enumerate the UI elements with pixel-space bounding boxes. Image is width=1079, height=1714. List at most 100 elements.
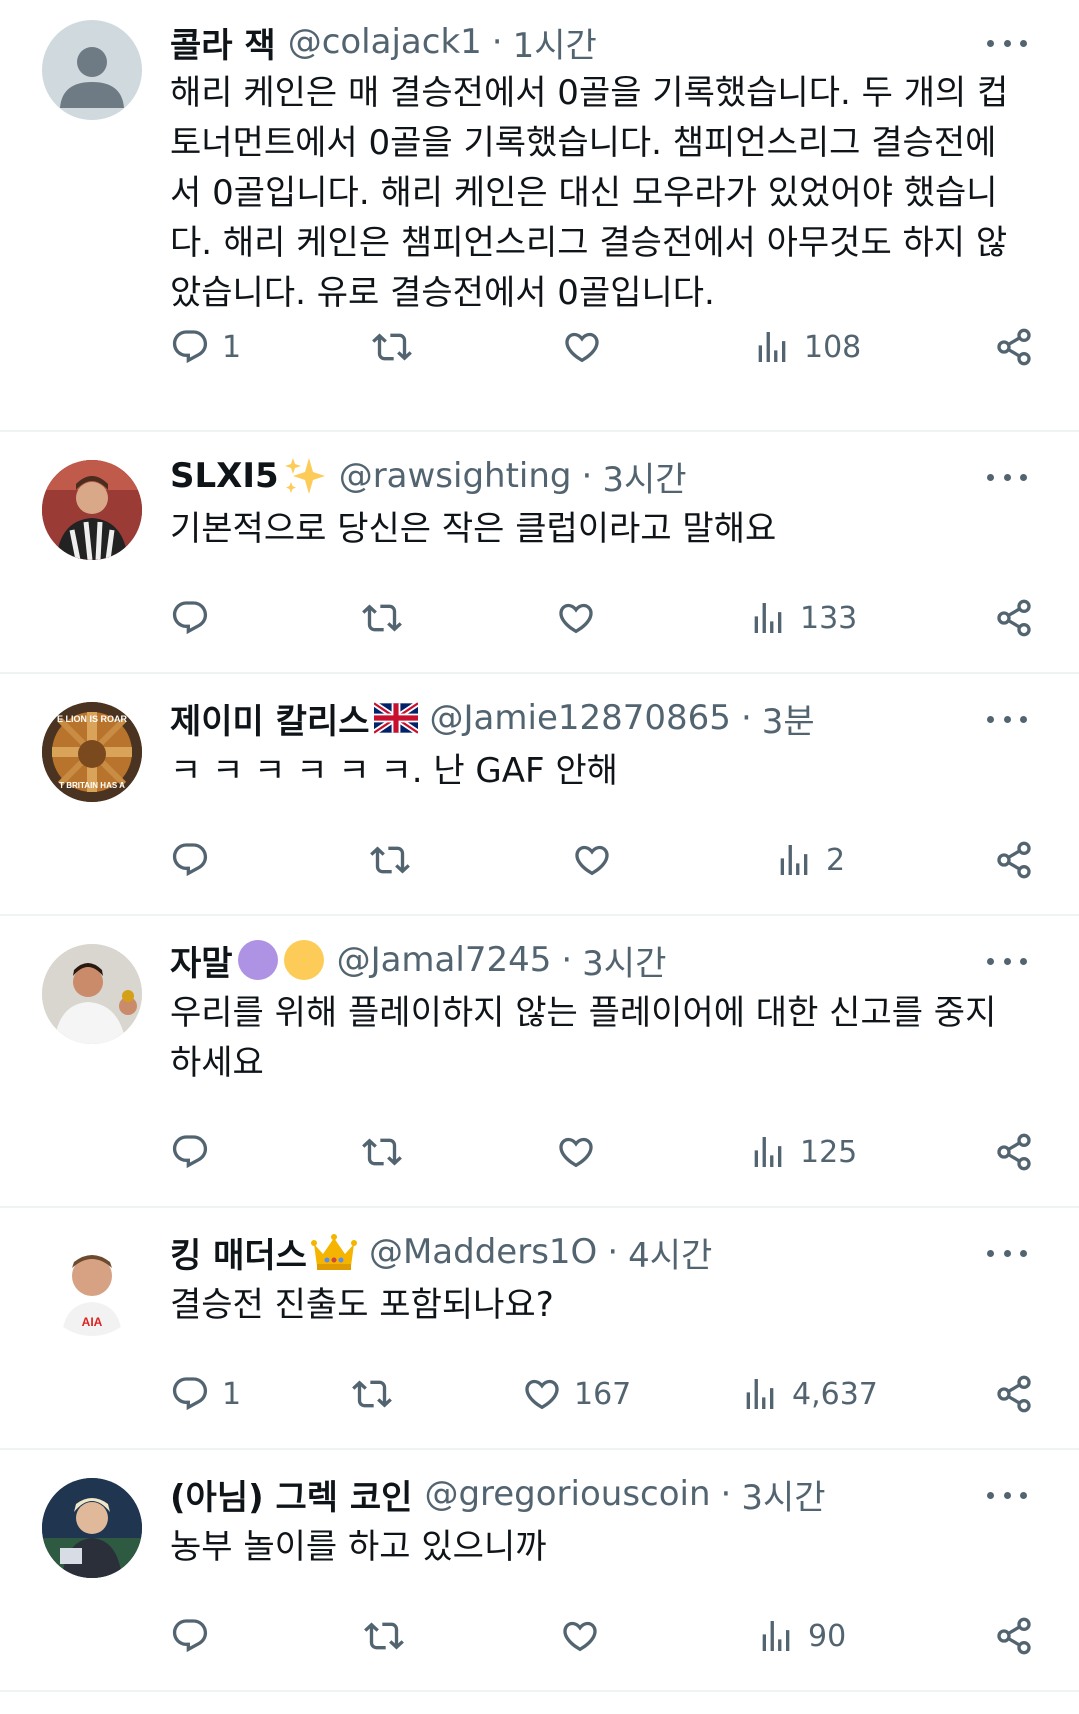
retweet-button[interactable] xyxy=(372,322,412,372)
more-dot xyxy=(1020,957,1027,965)
views-button[interactable]: 2 xyxy=(774,835,845,885)
reply-button[interactable]: 1 xyxy=(170,322,241,372)
user-handle[interactable]: @Jamal7245 xyxy=(337,940,552,980)
tweet-text-line: ㅋ ㅋ ㅋ ㅋ ㅋ ㅋ. 난 GAF 안해 xyxy=(170,751,618,791)
reply-button[interactable] xyxy=(170,593,210,643)
reply-icon xyxy=(172,601,208,635)
display-name[interactable]: 킹 매더스 xyxy=(170,1228,307,1277)
views-count: 108 xyxy=(804,329,862,365)
more-button[interactable] xyxy=(987,1480,1027,1510)
tweet-6[interactable]: (아님) 그렉 코인 @gregoriouscoin · 3시간 농부 놀이를 … xyxy=(0,1450,1079,1690)
like-button[interactable] xyxy=(556,1127,596,1177)
player-photo-icon xyxy=(42,460,142,560)
more-button[interactable] xyxy=(987,462,1027,492)
share-button[interactable] xyxy=(994,1127,1034,1177)
avatar-slxi5[interactable] xyxy=(42,460,142,560)
timestamp[interactable]: 4시간 xyxy=(628,1228,712,1277)
heart-icon xyxy=(559,603,593,634)
timestamp[interactable]: 1시간 xyxy=(513,18,597,67)
more-button[interactable] xyxy=(987,946,1027,976)
views-button[interactable]: 108 xyxy=(752,322,861,372)
avatar-madders[interactable]: AIA xyxy=(42,1236,142,1336)
tweet-text-line: 기본적으로 당신은 작은 클럽이라고 말해요 xyxy=(170,509,777,549)
timestamp[interactable]: 3시간 xyxy=(582,936,666,985)
retweet-icon xyxy=(362,604,402,632)
views-button[interactable]: 125 xyxy=(748,1127,857,1177)
more-dot xyxy=(987,957,994,965)
display-name[interactable]: SLXI5 xyxy=(170,456,279,496)
avatar-jamal[interactable] xyxy=(42,944,142,1044)
reply-count: 1 xyxy=(222,1376,242,1412)
views-icon xyxy=(754,1137,782,1167)
tweet-text: 우리를 위해 플레이하지 않는 플레이어에 대한 신고를 중지 하세요 xyxy=(170,988,1030,1088)
views-icon xyxy=(754,603,782,633)
retweet-icon xyxy=(352,1380,392,1408)
tweet-1[interactable]: 콜라 잭 @colajack1 · 1시간 해리 케인은 매 결승전에서 0골을… xyxy=(0,0,1079,398)
tweet-3[interactable]: E LION IS ROAR T BRITAIN HAS A 제이미 칼리스 @… xyxy=(0,674,1079,914)
crown-icon xyxy=(310,1232,357,1272)
display-name[interactable]: (아님) 그렉 코인 xyxy=(170,1470,412,1519)
views-icon xyxy=(780,845,808,875)
share-button[interactable] xyxy=(994,1369,1034,1419)
retweet-button[interactable] xyxy=(370,835,410,885)
tweet-text-line: 결승전 진출도 포함되나요? xyxy=(170,1285,554,1325)
action-bar: 133 xyxy=(0,593,1079,643)
share-button[interactable] xyxy=(994,835,1034,885)
views-count: 133 xyxy=(800,600,858,636)
share-button[interactable] xyxy=(994,322,1034,372)
retweet-button[interactable] xyxy=(362,1127,402,1177)
timestamp[interactable]: 3시간 xyxy=(602,452,686,501)
tweet-header: 자말 @Jamal7245 · 3시간 xyxy=(170,936,666,985)
more-button[interactable] xyxy=(987,1238,1027,1268)
reply-button[interactable] xyxy=(170,1127,210,1177)
avatar-jamie[interactable]: E LION IS ROAR T BRITAIN HAS A xyxy=(42,702,142,802)
reply-icon xyxy=(172,843,208,877)
like-button[interactable] xyxy=(560,1611,600,1661)
tweet-header: 킹 매더스 @Madders1O · 4시간 xyxy=(170,1228,712,1277)
heart-icon xyxy=(563,1621,597,1652)
like-button[interactable] xyxy=(572,835,612,885)
user-handle[interactable]: @Jamie12870865 xyxy=(430,698,731,738)
timestamp[interactable]: 3분 xyxy=(762,694,815,743)
like-button[interactable] xyxy=(562,322,602,372)
display-name[interactable]: 제이미 칼리스 xyxy=(170,694,370,743)
share-button[interactable] xyxy=(994,1611,1034,1661)
more-dot xyxy=(1020,39,1027,47)
timestamp[interactable]: 3시간 xyxy=(741,1470,825,1519)
tweet-4[interactable]: 자말 @Jamal7245 · 3시간 우리를 위해 플레이하지 않는 플레이어… xyxy=(0,916,1079,1206)
separator-dot: · xyxy=(581,456,593,496)
like-button[interactable] xyxy=(556,593,596,643)
reply-button[interactable]: 1 xyxy=(170,1369,241,1419)
retweet-button[interactable] xyxy=(352,1369,392,1419)
reply-button[interactable] xyxy=(170,1611,210,1661)
more-dot xyxy=(987,1491,994,1499)
share-button[interactable] xyxy=(994,593,1034,643)
user-handle[interactable]: @rawsighting xyxy=(339,456,572,496)
user-handle[interactable]: @Madders1O xyxy=(369,1232,597,1272)
retweet-button[interactable] xyxy=(364,1611,404,1661)
views-button[interactable]: 4,637 xyxy=(740,1369,878,1419)
user-handle[interactable]: @gregoriouscoin xyxy=(424,1474,710,1514)
more-button[interactable] xyxy=(987,28,1027,58)
separator-dot: · xyxy=(561,940,573,980)
tweet-2[interactable]: SLXI5 @rawsighting · 3시간 기본적으로 당신은 작은 클럽… xyxy=(0,432,1079,672)
more-dot xyxy=(987,715,994,723)
retweet-button[interactable] xyxy=(362,593,402,643)
avatar-caption-bottom: T BRITAIN HAS A xyxy=(59,781,125,790)
avatar-default[interactable] xyxy=(42,20,142,120)
user-handle[interactable]: @colajack1 xyxy=(288,22,482,62)
reply-icon xyxy=(172,1377,208,1411)
tweet-5[interactable]: AIA 킹 매더스 @Madders1O · 4시간 결승전 진출도 포함되나요… xyxy=(0,1208,1079,1448)
views-button[interactable]: 90 xyxy=(756,1611,846,1661)
like-button[interactable]: 167 xyxy=(522,1369,631,1419)
tweet-text-line: 해리 케인은 매 결승전에서 0골을 기록했습니다. 두 개의 컵 xyxy=(170,73,1009,113)
more-button[interactable] xyxy=(987,704,1027,734)
views-button[interactable]: 133 xyxy=(748,593,857,643)
display-name[interactable]: 자말 xyxy=(170,936,233,985)
player-photo-icon xyxy=(42,944,142,1044)
reply-button[interactable] xyxy=(170,835,210,885)
more-dot xyxy=(987,39,994,47)
avatar-gregorious[interactable] xyxy=(42,1478,142,1578)
display-name[interactable]: 콜라 잭 xyxy=(170,18,276,67)
views-icon xyxy=(746,1379,774,1409)
